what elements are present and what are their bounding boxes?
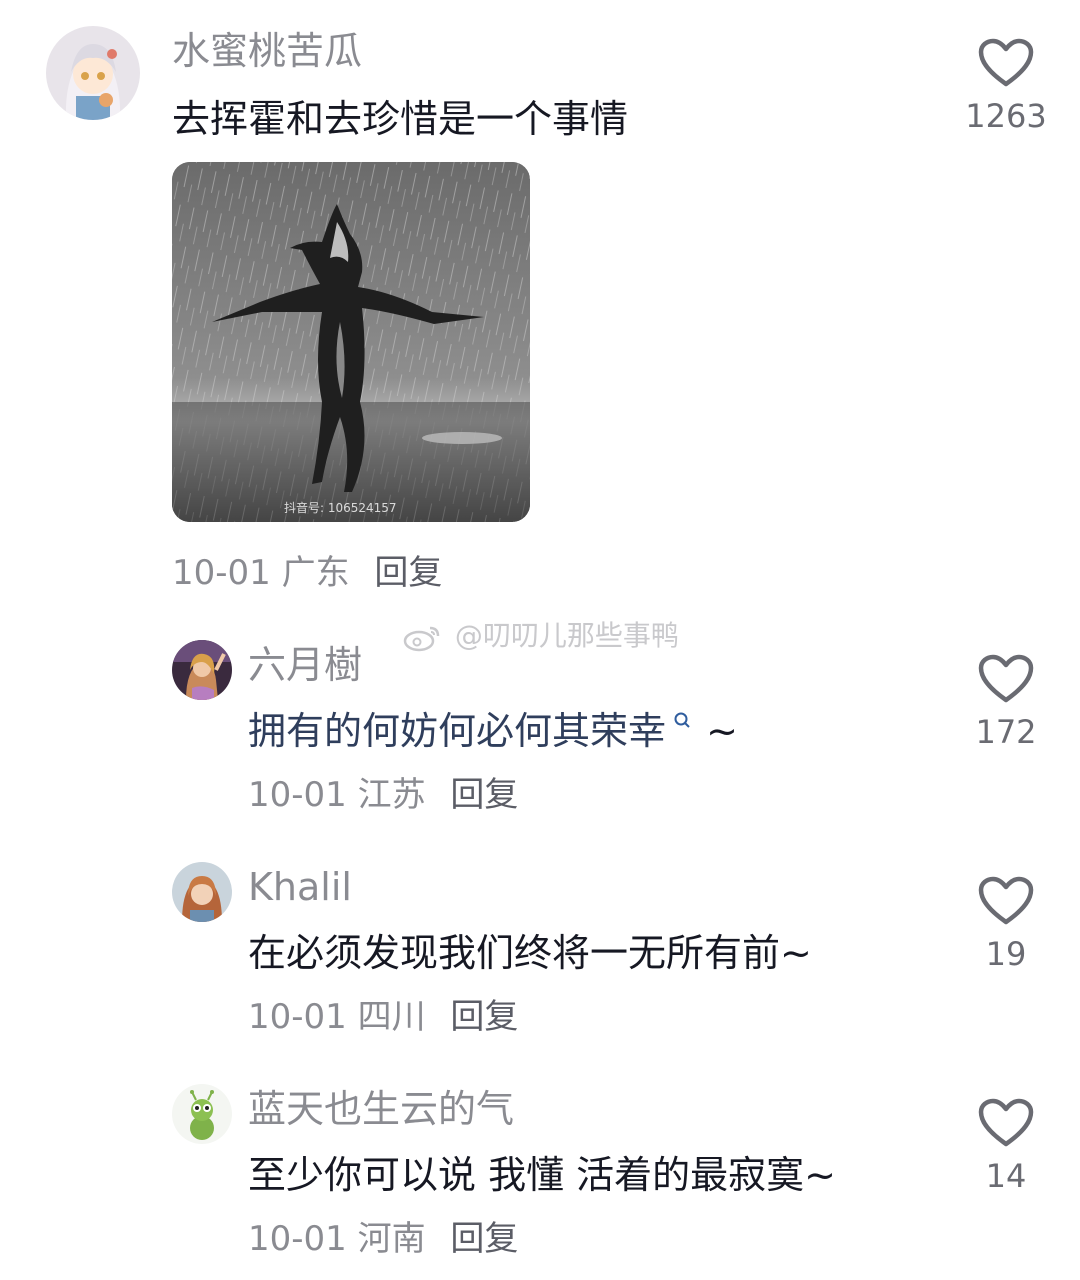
like-count: 1263 xyxy=(965,97,1047,135)
like-count: 172 xyxy=(975,713,1037,751)
comment-meta: 10-01 江苏 回复 xyxy=(248,778,518,812)
watermark-text: @叨叨儿那些事鸭 xyxy=(454,619,679,652)
comment-text: 在必须发现我们终将一无所有前~ xyxy=(248,931,812,975)
avatar[interactable] xyxy=(172,1084,232,1144)
comment-meta: 10-01 河南 回复 xyxy=(248,1222,518,1256)
comment-date: 10-01 xyxy=(172,553,271,593)
comment-location: 广东 xyxy=(281,553,350,593)
comment-text-suffix: ~ xyxy=(694,709,738,753)
username[interactable]: 蓝天也生云的气 xyxy=(248,1090,514,1128)
comment-location: 江苏 xyxy=(357,775,426,815)
comment-location: 四川 xyxy=(357,997,426,1037)
comment-text-body: 拥有的何妨何必何其荣幸 xyxy=(248,709,667,753)
avatar[interactable] xyxy=(172,862,232,922)
heart-outline-icon[interactable] xyxy=(978,38,1034,88)
reply-button[interactable]: 回复 xyxy=(450,997,518,1037)
comment-text: 至少你可以说 我懂 活着的最寂寞~ xyxy=(248,1153,836,1197)
comment-date: 10-01 xyxy=(248,997,347,1037)
heart-outline-icon[interactable] xyxy=(978,654,1034,704)
search-icon[interactable] xyxy=(672,710,694,732)
avatar[interactable] xyxy=(46,26,140,120)
username[interactable]: 六月樹 xyxy=(248,646,362,684)
reply-button[interactable]: 回复 xyxy=(450,1219,518,1259)
username[interactable]: Khalil xyxy=(248,868,352,906)
like-button[interactable]: 14 xyxy=(956,1098,1056,1192)
like-count: 19 xyxy=(985,935,1027,973)
reply-button[interactable]: 回复 xyxy=(374,553,442,593)
heart-outline-icon[interactable] xyxy=(978,1098,1034,1148)
heart-outline-icon[interactable] xyxy=(978,876,1034,926)
username[interactable]: 水蜜桃苦瓜 xyxy=(172,32,362,70)
image-watermark: 抖音号: 106524157 xyxy=(284,500,397,515)
like-button[interactable]: 172 xyxy=(956,654,1056,748)
comment-date: 10-01 xyxy=(248,1219,347,1259)
comment-location: 河南 xyxy=(357,1219,426,1259)
reply-button[interactable]: 回复 xyxy=(450,775,518,815)
comment-date: 10-01 xyxy=(248,775,347,815)
comment-text: 拥有的何妨何必何其荣幸 ~ xyxy=(248,712,738,750)
comment-image[interactable]: 抖音号: 106524157 xyxy=(172,162,530,522)
comment-meta: 10-01 四川 回复 xyxy=(248,1000,518,1034)
weibo-watermark: @叨叨儿那些事鸭 xyxy=(402,622,679,652)
weibo-logo-icon xyxy=(403,626,440,652)
like-count: 14 xyxy=(985,1157,1027,1195)
like-button[interactable]: 1263 xyxy=(956,38,1056,132)
comment-text: 去挥霍和去珍惜是一个事情 xyxy=(172,97,629,141)
avatar[interactable] xyxy=(172,640,232,700)
like-button[interactable]: 19 xyxy=(956,876,1056,970)
comment-meta: 10-01 广东 回复 xyxy=(172,556,442,590)
